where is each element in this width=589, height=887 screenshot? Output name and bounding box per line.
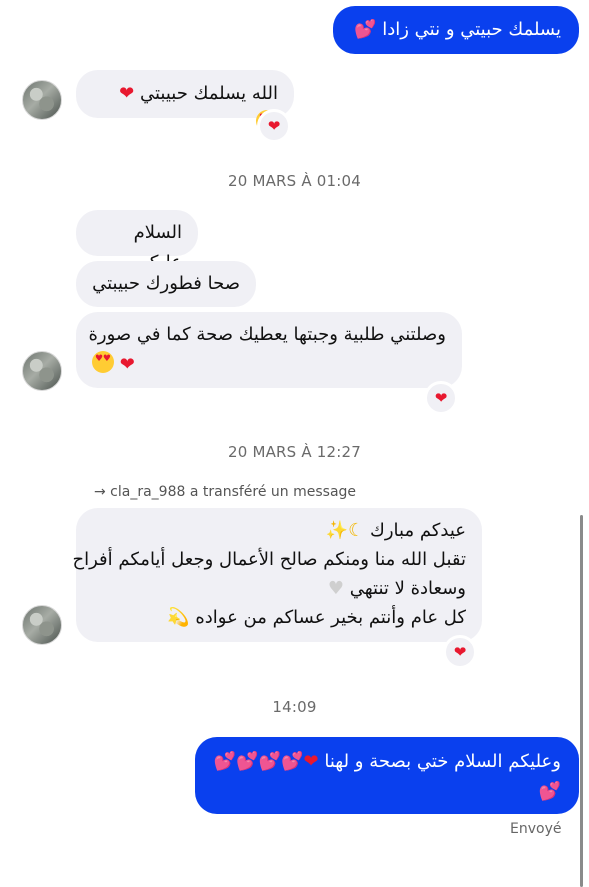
avatar[interactable] <box>22 80 62 120</box>
message-text: صحا فطورك حبيبتي <box>92 273 240 294</box>
timestamp: 20 MARS À 12:27 <box>227 443 362 461</box>
two-hearts-icon: 💕💕💕💕 <box>213 751 304 772</box>
red-heart-icon: ❤ <box>119 83 135 104</box>
message-text: عيدكم مبارك <box>370 520 466 541</box>
red-heart-icon: ❤ <box>119 354 135 375</box>
red-heart-icon: ❤ <box>303 751 319 772</box>
red-heart-icon[interactable]: ❤ <box>443 635 477 669</box>
incoming-message[interactable]: وصلتني طلبية وجبتها يعطيك صحة كما في صور… <box>76 312 462 388</box>
two-hearts-icon: 💕 <box>538 781 561 802</box>
incoming-message[interactable]: السلام عليكم <box>76 210 198 273</box>
avatar[interactable] <box>22 605 62 645</box>
red-heart-icon[interactable]: ❤ <box>424 381 458 415</box>
dizzy-icon: 💫 <box>167 607 190 628</box>
timestamp: 20 MARS À 01:04 <box>227 172 362 190</box>
forward-note: → cla_ra_988 a transféré un message <box>94 484 357 500</box>
outgoing-message[interactable]: يسلمك حبيتي و نتي زادا 💕 <box>333 6 579 54</box>
scrollbar[interactable] <box>580 515 583 887</box>
sparkles-icon: ✨ <box>325 520 349 541</box>
two-hearts-icon: 💕 <box>354 19 377 40</box>
incoming-message[interactable]: الله يسلمك حبيبتي ❤ <box>76 70 294 132</box>
forwarded-message[interactable]: عيدكم مبارك ☾✨ تقبل الله منا ومنكم صالح … <box>72 508 482 642</box>
red-heart-icon[interactable]: ❤ <box>257 109 291 143</box>
message-text: الله يسلمك حبيبتي <box>140 83 278 104</box>
white-heart-icon: ♥ <box>327 578 344 599</box>
message-text: يسلمك حبيتي و نتي زادا <box>382 19 561 40</box>
message-text: وسعادة لا تنتهي <box>349 578 466 599</box>
avatar[interactable] <box>22 351 62 391</box>
heart-eyes-face-icon <box>92 351 114 373</box>
crescent-moon-icon: ☾ <box>348 520 365 541</box>
incoming-message[interactable]: صحا فطورك حبيبتي <box>76 261 256 307</box>
message-text: وعليكم السلام ختي بصحة و لهنا <box>324 751 561 772</box>
emoji-row: ❤ <box>92 350 446 380</box>
message-text: تقبل الله منا ومنكم صالح الأعمال وجعل أي… <box>72 549 467 570</box>
message-text: وصلتني طلبية وجبتها يعطيك صحة كما في صور… <box>88 324 446 345</box>
outgoing-message[interactable]: وعليكم السلام ختي بصحة و لهنا ❤💕💕💕💕 💕 <box>195 737 579 814</box>
message-status: Envoyé <box>510 821 562 837</box>
timestamp: 14:09 <box>272 698 317 716</box>
message-text: كل عام وأنتم بخير عساكم من عواده <box>195 607 466 628</box>
